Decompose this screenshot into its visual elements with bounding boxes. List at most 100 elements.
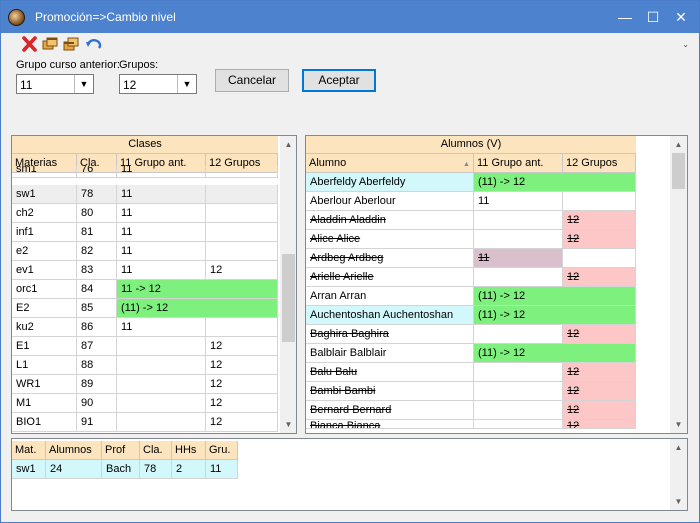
maximize-button[interactable]: ☐ xyxy=(639,5,667,29)
scroll-down-icon[interactable]: ▼ xyxy=(280,416,296,433)
groups-select[interactable]: 12 ▼ xyxy=(119,74,197,94)
table-cell-ant xyxy=(474,420,563,429)
table-cell-grupo xyxy=(563,249,636,268)
toolbar-overflow-chevron-icon[interactable]: ⌄ xyxy=(682,40,689,49)
scroll-down-icon[interactable]: ▼ xyxy=(670,416,687,433)
detail-header-0[interactable]: Mat. xyxy=(12,441,46,460)
table-row[interactable]: sw1 78 11 xyxy=(12,185,278,204)
close-window-button[interactable]: ✕ xyxy=(667,5,695,29)
table-row[interactable]: Arielle Arielle 12 xyxy=(306,268,636,287)
cancel-button[interactable]: Cancelar xyxy=(215,69,289,92)
table-row[interactable]: Aberfeldy Aberfeldy (11) -> 12 xyxy=(306,173,636,192)
table-row[interactable]: Balblair Balblair (11) -> 12 xyxy=(306,344,636,363)
table-cell-ant xyxy=(117,337,206,356)
table-row[interactable]: Alice Alice 12 xyxy=(306,230,636,249)
column-header-alumno[interactable]: Alumno xyxy=(306,154,474,173)
table-cell-cla: 88 xyxy=(77,356,117,375)
minimize-button[interactable]: — xyxy=(611,5,639,29)
table-row[interactable]: Bernard Bernard 12 xyxy=(306,401,636,420)
table-row[interactable]: L1 88 12 xyxy=(12,356,278,375)
column-header-grupo-ant[interactable]: 11 Grupo ant. xyxy=(474,154,563,173)
table-cell-grupo: 12 xyxy=(206,375,278,394)
table-cell-ant: 11 xyxy=(117,204,206,223)
table-row[interactable]: Baghira Baghira 12 xyxy=(306,325,636,344)
table-cell-name: Bernard Bernard xyxy=(306,401,474,420)
table-cell-materia: WR1 xyxy=(12,375,77,394)
undo-icon[interactable] xyxy=(85,36,102,52)
table-cell-cla: 91 xyxy=(77,413,117,432)
table-cell-grupo xyxy=(206,318,278,337)
detail-header-2[interactable]: Prof xyxy=(102,441,140,460)
table-row[interactable]: Aberlour Aberlour 11 xyxy=(306,192,636,211)
prev-group-select[interactable]: 11 ▼ xyxy=(16,74,94,94)
detail-header-1[interactable]: Alumnos xyxy=(46,441,102,460)
table-cell-grupo: 12 xyxy=(206,261,278,280)
table-cell-materia: E2 xyxy=(12,299,77,318)
column-header-grupos[interactable]: 12 Grupos xyxy=(563,154,636,173)
table-row[interactable]: inf1 81 11 xyxy=(12,223,278,242)
detail-header-3[interactable]: Cla. xyxy=(140,441,172,460)
scroll-up-icon[interactable]: ▲ xyxy=(280,136,296,153)
table-row[interactable]: Ardbeg Ardbeg 11 xyxy=(306,249,636,268)
table-row[interactable]: ku2 86 11 xyxy=(12,318,278,337)
table-cell-materia: ev1 xyxy=(12,261,77,280)
detail-header-5[interactable]: Gru. xyxy=(206,441,238,460)
detail-scrollbar[interactable]: ▲ ▼ xyxy=(670,439,687,510)
table-row[interactable]: Auchentoshan Auchentoshan (11) -> 12 xyxy=(306,306,636,325)
table-row[interactable]: sm1 76 11 xyxy=(12,166,278,178)
chevron-down-icon[interactable]: ▼ xyxy=(177,75,196,93)
accept-button[interactable]: Aceptar xyxy=(302,69,376,92)
table-cell-ant: 11 -> 12 xyxy=(117,280,278,299)
title-bar[interactable]: Promoción=>Cambio nivel — ☐ ✕ xyxy=(1,1,699,33)
table-row[interactable]: Balu Balu 12 xyxy=(306,363,636,382)
table-cell-cla: 84 xyxy=(77,280,117,299)
table-row[interactable]: E2 85 (11) -> 12 xyxy=(12,299,278,318)
table-cell-materia: BIO1 xyxy=(12,413,77,432)
table-cell-ant xyxy=(474,211,563,230)
table-row[interactable]: Bianca Bianca 12 xyxy=(306,420,636,429)
clases-scrollbar[interactable]: ▲ ▼ xyxy=(280,136,296,433)
table-row[interactable]: Aladdin Aladdin 12 xyxy=(306,211,636,230)
table-cell-name: Bianca Bianca xyxy=(306,420,474,429)
copy-icon[interactable] xyxy=(42,36,59,52)
detail-grid: Mat. sw1 Alumnos 24 Prof Bach Cla. 78 HHs 2 Gru. 11… xyxy=(11,438,688,511)
table-cell-grupo xyxy=(206,223,278,242)
table-row[interactable]: ev1 83 11 12 xyxy=(12,261,278,280)
table-cell-ant xyxy=(474,401,563,420)
table-cell-grupo: 12 xyxy=(563,325,636,344)
table-cell-name: Aberlour Aberlour xyxy=(306,192,474,211)
table-cell-materia: orc1 xyxy=(12,280,77,299)
table-row[interactable]: Bambi Bambi 12 xyxy=(306,382,636,401)
table-row[interactable]: E1 87 12 xyxy=(12,337,278,356)
table-row[interactable]: ch2 80 11 xyxy=(12,204,278,223)
table-cell-materia: ku2 xyxy=(12,318,77,337)
table-cell-ant: (11) -> 12 xyxy=(474,173,636,192)
scroll-up-icon[interactable]: ▲ xyxy=(670,439,687,456)
table-cell-grupo: 12 xyxy=(206,394,278,413)
table-cell-ant: (11) -> 12 xyxy=(474,306,636,325)
alumnos-scrollbar[interactable]: ▲ ▼ xyxy=(670,136,687,433)
paste-icon[interactable] xyxy=(63,36,80,52)
table-row[interactable]: Arran Arran (11) -> 12 xyxy=(306,287,636,306)
delete-icon[interactable] xyxy=(21,36,38,52)
table-row[interactable]: WR1 89 12 xyxy=(12,375,278,394)
detail-value-2: Bach xyxy=(102,460,140,479)
table-row[interactable]: orc1 84 11 -> 12 xyxy=(12,280,278,299)
table-row[interactable]: BIO1 91 12 xyxy=(12,413,278,432)
table-cell-grupo xyxy=(563,192,636,211)
clases-grid: Clases Materias Cla. 11 Grupo ant. 12 Gr… xyxy=(11,135,297,434)
table-cell-grupo: 12 xyxy=(563,420,636,429)
app-icon xyxy=(8,9,25,26)
table-cell-name: Balblair Balblair xyxy=(306,344,474,363)
table-cell-cla: 80 xyxy=(77,204,117,223)
table-cell-name: Balu Balu xyxy=(306,363,474,382)
table-cell-ant xyxy=(474,268,563,287)
detail-header-4[interactable]: HHs xyxy=(172,441,206,460)
table-row[interactable]: M1 90 12 xyxy=(12,394,278,413)
scroll-down-icon[interactable]: ▼ xyxy=(670,493,687,510)
scroll-up-icon[interactable]: ▲ xyxy=(670,136,687,153)
table-row[interactable]: e2 82 11 xyxy=(12,242,278,261)
chevron-down-icon[interactable]: ▼ xyxy=(74,75,93,93)
scroll-thumb[interactable] xyxy=(672,153,685,189)
scroll-thumb[interactable] xyxy=(282,254,295,342)
